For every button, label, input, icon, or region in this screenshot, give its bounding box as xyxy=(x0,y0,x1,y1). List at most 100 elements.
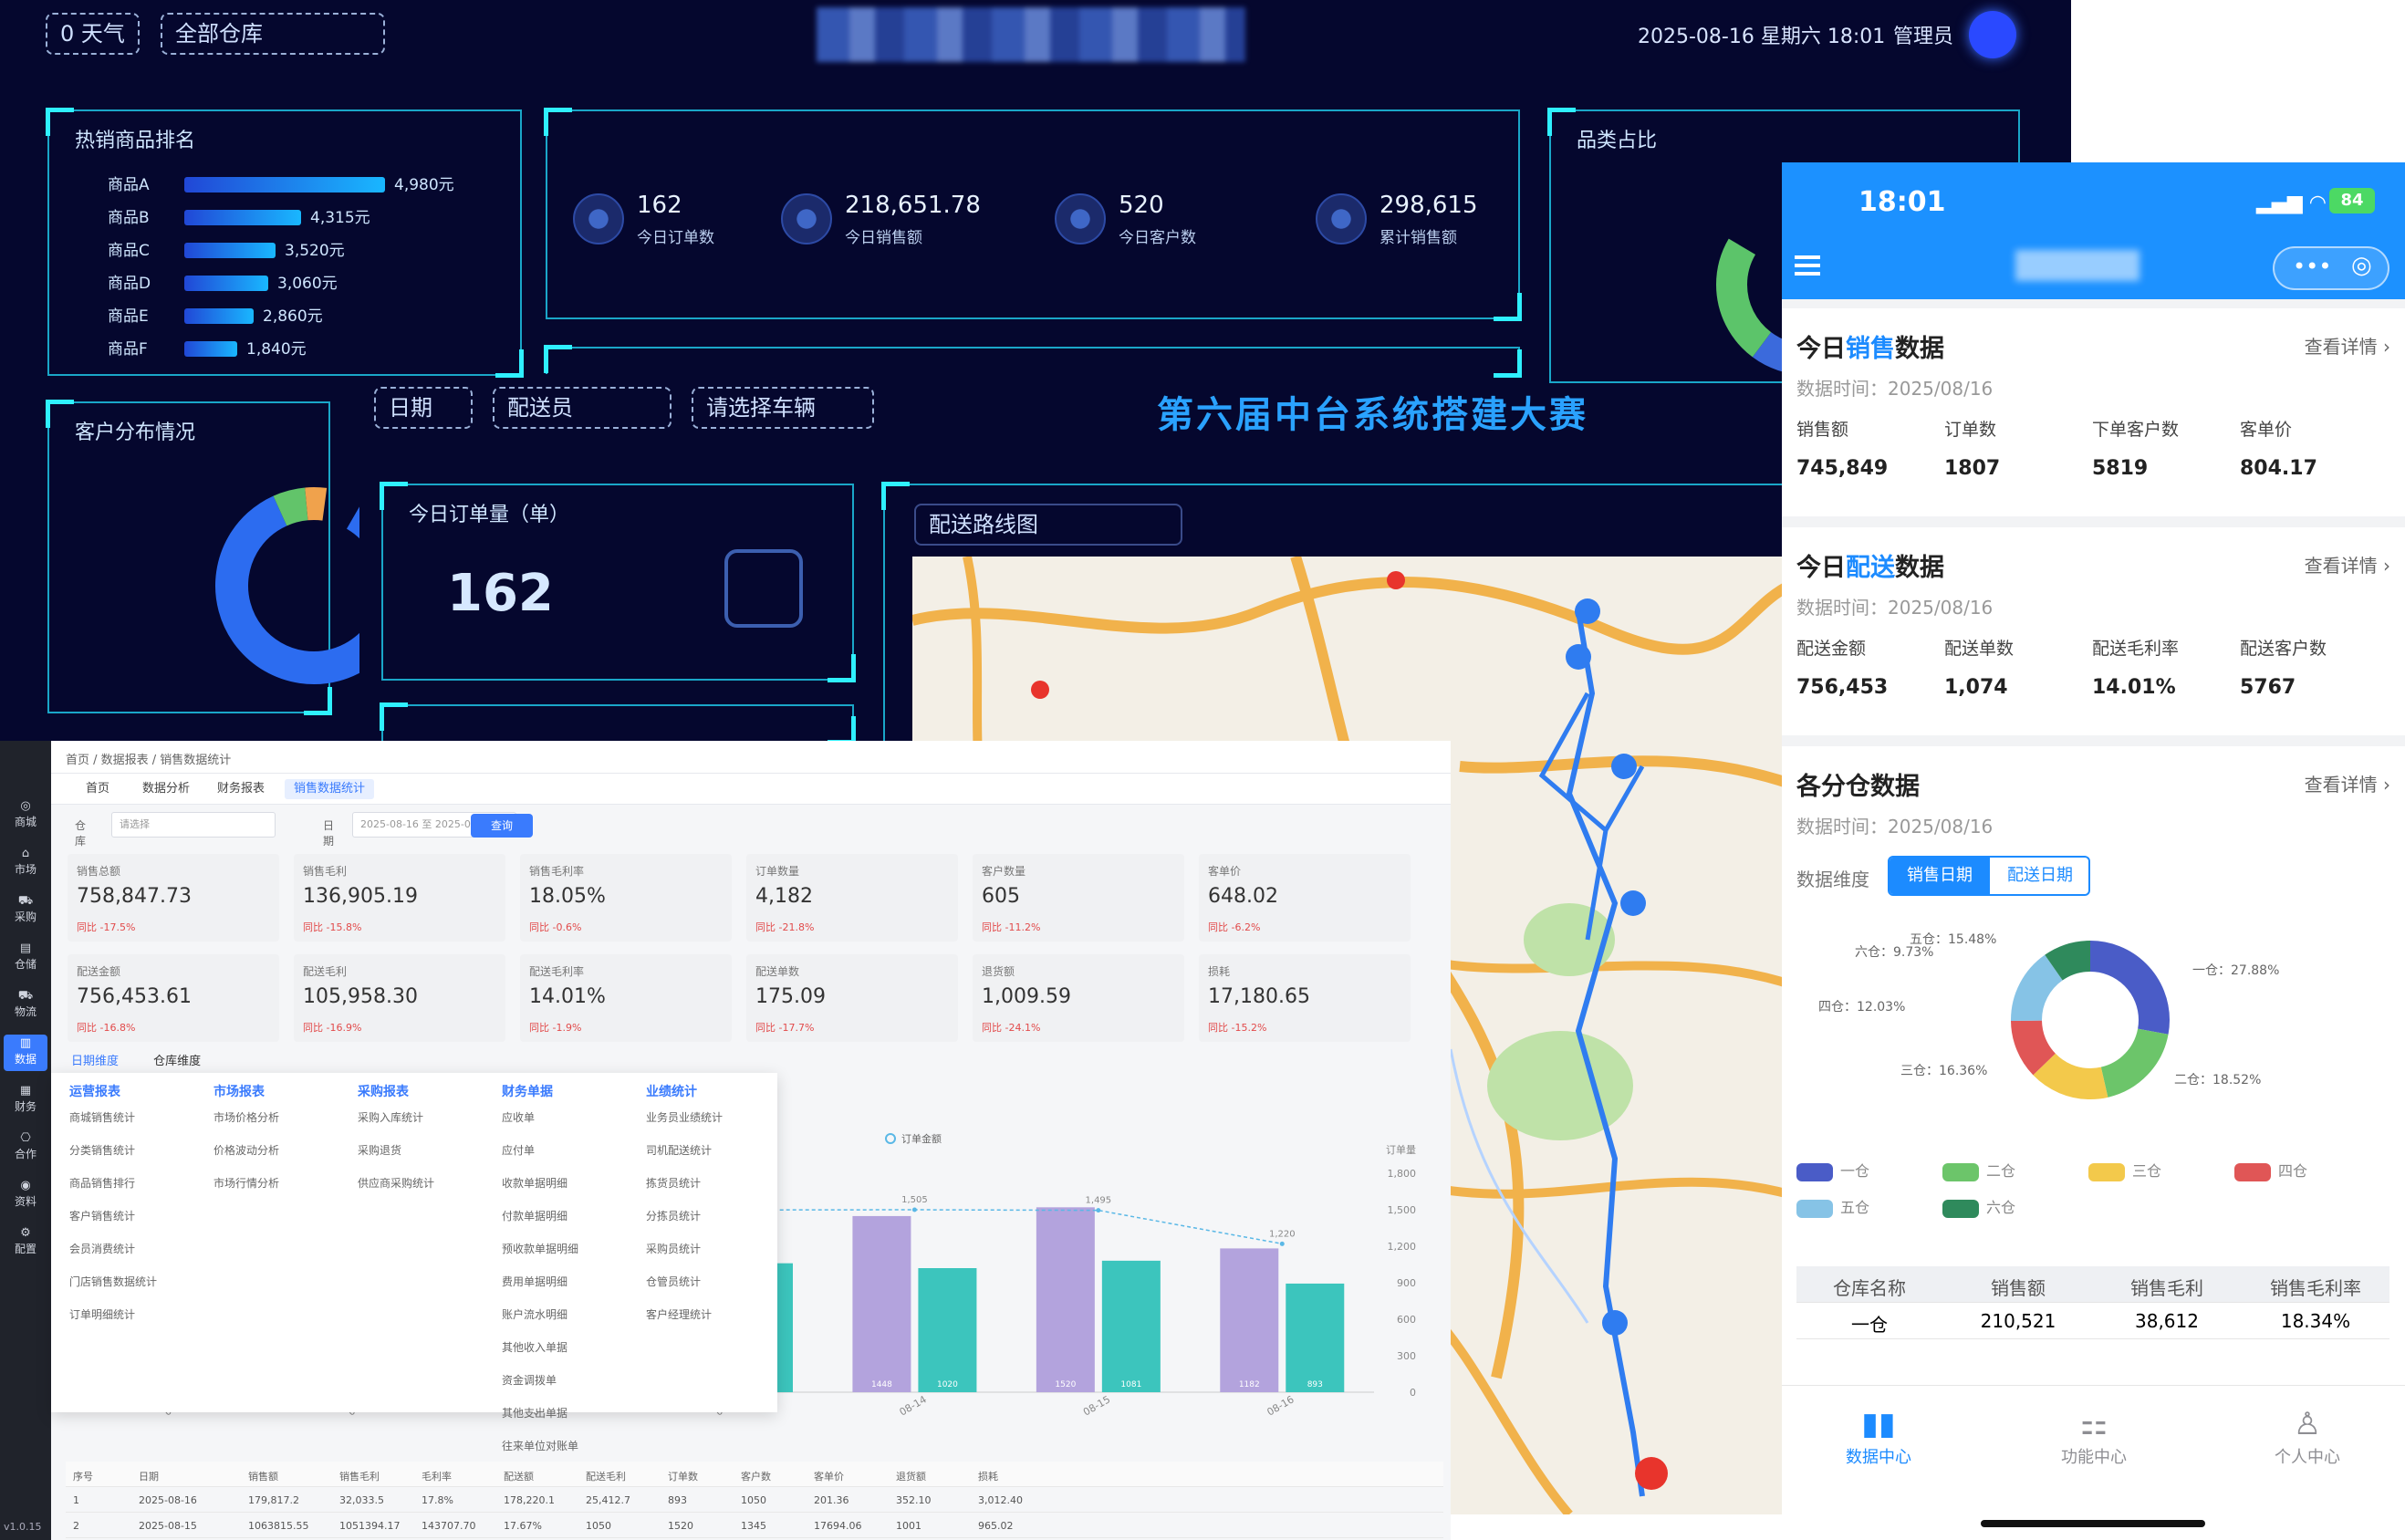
sidebar-item[interactable]: ⛟ 物流 xyxy=(4,987,47,1024)
screenshot-collage: 0 天气 全部仓库 2025-08-16 星期六 18:01 管理员 热销商品排… xyxy=(0,0,2405,1540)
menu-item[interactable]: 付款单据明细 xyxy=(502,1208,639,1241)
menu-icon[interactable] xyxy=(1795,255,1820,276)
sidebar-item[interactable]: ▦ 财务 xyxy=(4,1082,47,1119)
table-row[interactable]: 1 2025-08-16 179,817.2 32,033.5 17.8% 178,220… xyxy=(66,1487,1443,1513)
tab-sales-stats[interactable]: 销售数据统计 xyxy=(285,779,375,799)
sales-date-option[interactable]: 销售日期 xyxy=(1890,858,1990,894)
table-row[interactable]: 一仓 210,521 38,612 18.34% xyxy=(1796,1303,2389,1339)
menu-item[interactable]: 市场价格分析 xyxy=(213,1109,350,1142)
menu-heading: 采购报表 xyxy=(358,1085,409,1099)
menu-item[interactable]: 其他收入单据 xyxy=(502,1339,639,1372)
tab-date-dimension[interactable]: 日期维度 xyxy=(71,1055,119,1068)
courier-filter[interactable]: 配送员 xyxy=(493,387,672,429)
menu-item[interactable]: 账户流水明细 xyxy=(502,1306,639,1339)
menu-item[interactable]: 商品销售排行 xyxy=(69,1175,206,1208)
menu-item[interactable]: 分拣员统计 xyxy=(646,1208,783,1241)
menu-item[interactable]: 客户经理统计 xyxy=(646,1306,783,1339)
bar-sales[interactable] xyxy=(1036,1207,1095,1392)
tab-warehouse-dimension[interactable]: 仓库维度 xyxy=(153,1055,201,1068)
sidebar-icon: ⚙ xyxy=(20,1226,31,1240)
legend-label: 六仓 xyxy=(1986,1199,2016,1216)
legend-item[interactable]: 二仓 xyxy=(1942,1159,2015,1181)
menu-item[interactable]: 采购员统计 xyxy=(646,1241,783,1274)
menu-item[interactable]: 其他支出单据 xyxy=(502,1405,639,1438)
delivery-date-option[interactable]: 配送日期 xyxy=(1990,858,2088,894)
table-row[interactable]: 2 2025-08-15 1063815.55 1051394.17 143707.70… xyxy=(66,1513,1443,1538)
tab-profile[interactable]: ♙ 个人中心 xyxy=(2234,1404,2380,1468)
bar-orders[interactable] xyxy=(918,1268,977,1392)
view-details-link[interactable]: 查看详情 › xyxy=(2305,551,2390,578)
menu-item[interactable]: 客户销售统计 xyxy=(69,1208,206,1241)
legend-item[interactable]: 四仓 xyxy=(2234,1159,2307,1181)
bar-sales[interactable] xyxy=(852,1215,911,1392)
warehouse-input[interactable]: 请选择 xyxy=(111,812,276,838)
menu-item[interactable]: 预收款单据明细 xyxy=(502,1241,639,1274)
sidebar-item[interactable]: ⎔ 合作 xyxy=(4,1129,47,1166)
legend-swatch xyxy=(1942,1162,1979,1181)
line-point[interactable] xyxy=(911,1207,917,1212)
menu-item[interactable]: 供应商采购统计 xyxy=(358,1175,495,1208)
sidebar-item[interactable]: ▤ 仓储 xyxy=(4,940,47,976)
metric-card: 销售毛利 136,905.19 同比 -15.8% xyxy=(294,854,505,942)
vehicle-filter[interactable]: 请选择车辆 xyxy=(692,387,874,429)
rank-value: 4,980元 xyxy=(394,176,454,194)
sidebar-item[interactable]: ⛟ 采购 xyxy=(4,892,47,929)
table-header-cell: 配送额 xyxy=(504,1471,534,1483)
bar-label: 1448 xyxy=(871,1380,892,1389)
sidebar-item[interactable]: ◉ 资料 xyxy=(4,1177,47,1213)
user-name[interactable]: 管理员 xyxy=(1893,20,1953,49)
menu-item[interactable]: 分类销售统计 xyxy=(69,1142,206,1175)
customer-donut xyxy=(215,487,359,684)
menu-item[interactable]: 司机配送统计 xyxy=(646,1142,783,1175)
menu-item[interactable]: 应付单 xyxy=(502,1142,639,1175)
line-point[interactable] xyxy=(1279,1241,1285,1246)
tab-data-center[interactable]: ▮▮ 数据中心 xyxy=(1806,1404,1952,1468)
legend-item[interactable]: 一仓 xyxy=(1796,1159,1869,1181)
bar-orders[interactable] xyxy=(1286,1283,1345,1392)
data-time: 数据时间：2025/08/16 xyxy=(1796,378,1994,400)
bar-sales[interactable] xyxy=(1220,1248,1279,1392)
menu-item[interactable]: 费用单据明细 xyxy=(502,1274,639,1306)
menu-item[interactable]: 会员消费统计 xyxy=(69,1241,206,1274)
warehouse-select[interactable]: 全部仓库 xyxy=(161,13,385,55)
menu-item[interactable]: 门店销售数据统计 xyxy=(69,1274,206,1306)
weather-chip[interactable]: 0 天气 xyxy=(46,13,140,55)
bar-orders[interactable] xyxy=(1101,1260,1161,1392)
view-details-link[interactable]: 查看详情 › xyxy=(2305,770,2390,796)
legend-item[interactable]: 六仓 xyxy=(1942,1195,2015,1218)
tab-finance[interactable]: 财务报表 xyxy=(208,779,274,799)
tab-analysis[interactable]: 数据分析 xyxy=(133,779,199,799)
line-point[interactable] xyxy=(1096,1208,1101,1213)
search-button[interactable]: 查询 xyxy=(471,814,533,838)
menu-item[interactable]: 价格波动分析 xyxy=(213,1142,350,1175)
menu-item[interactable]: 订单明细统计 xyxy=(69,1306,206,1339)
menu-item[interactable]: 业务员业绩统计 xyxy=(646,1109,783,1142)
menu-item[interactable]: 采购入库统计 xyxy=(358,1109,495,1142)
menu-item[interactable]: 拣货员统计 xyxy=(646,1175,783,1208)
tab-home[interactable]: 首页 xyxy=(77,779,119,799)
sidebar-item[interactable]: ⌂ 市场 xyxy=(4,845,47,881)
sidebar-item[interactable]: ▥ 数据 xyxy=(4,1035,47,1071)
miniapp-capsule[interactable]: ••• ◎ xyxy=(2273,246,2389,290)
menu-item[interactable]: 仓管员统计 xyxy=(646,1274,783,1306)
sidebar-item[interactable]: ◎ 商城 xyxy=(4,797,47,834)
menu-item[interactable]: 收款单据明细 xyxy=(502,1175,639,1208)
date-filter[interactable]: 日期 xyxy=(374,387,473,429)
sidebar-item[interactable]: ⚙ 配置 xyxy=(4,1224,47,1261)
menu-item[interactable]: 应收单 xyxy=(502,1109,639,1142)
avatar[interactable] xyxy=(1969,11,2016,58)
menu-item[interactable]: 商城销售统计 xyxy=(69,1109,206,1142)
menu-item[interactable]: 采购退货 xyxy=(358,1142,495,1175)
close-target-icon[interactable]: ◎ xyxy=(2351,252,2372,279)
tab-function-center[interactable]: ⚏ 功能中心 xyxy=(2021,1404,2167,1468)
menu-item[interactable]: 市场行情分析 xyxy=(213,1175,350,1208)
view-details-link[interactable]: 查看详情 › xyxy=(2305,332,2390,359)
dashboard-title-blurred xyxy=(817,7,1245,62)
menu-item[interactable]: 资金调拨单 xyxy=(502,1372,639,1405)
more-icon[interactable]: ••• xyxy=(2293,254,2331,279)
map-route-select[interactable]: 配送路线图 xyxy=(914,504,1182,546)
legend-item[interactable]: 三仓 xyxy=(2088,1159,2161,1181)
legend-item[interactable]: 五仓 xyxy=(1796,1195,1869,1218)
metric-card: 配送单数 175.09 同比 -17.7% xyxy=(746,954,958,1042)
admin-report-window: ◎ 商城 ⌂ 市场 ⛟ 采购 ▤ 仓储 ⛟ 物流 ▥ 数据 ▦ 财务 ⎔ 合作 ◉ 资料 ⚙ 配置 v1.0.15 首… xyxy=(0,741,1451,1540)
